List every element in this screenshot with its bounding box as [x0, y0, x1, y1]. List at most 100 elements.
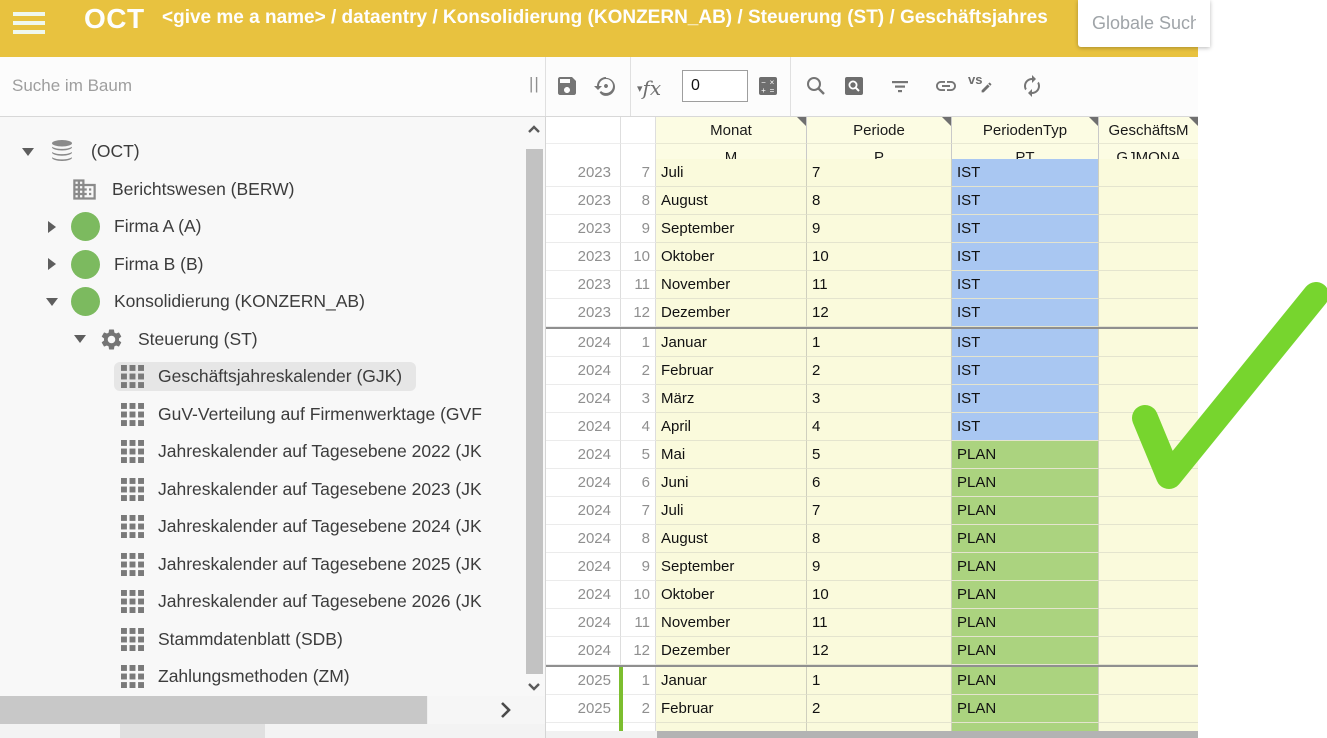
cell-year[interactable]: 2024 [546, 637, 621, 665]
cell-rownum[interactable]: 9 [621, 215, 656, 243]
tree-item-7[interactable]: GuV-Verteilung auf Firmenwerktage (GVF [0, 396, 545, 434]
column-header-monat[interactable]: Monat [656, 117, 807, 144]
cell-periodentyp[interactable]: IST [952, 187, 1099, 215]
cell-periode[interactable]: 1 [807, 329, 952, 357]
cell-year[interactable]: 2023 [546, 299, 621, 327]
tree-item-5[interactable]: Steuerung (ST) [0, 321, 545, 359]
history-restore-icon[interactable] [594, 74, 618, 98]
cell-monat[interactable]: Mai [656, 441, 807, 469]
cell-periode[interactable]: 6 [807, 469, 952, 497]
vs-edit-icon[interactable]: vs [968, 72, 998, 100]
grid-horizontal-scrollbar[interactable] [546, 731, 1198, 738]
cell-periodentyp[interactable]: IST [952, 299, 1099, 327]
cell-gjmonat[interactable] [1099, 695, 1198, 723]
tree-item-content[interactable]: Jahreskalender auf Tagesebene 2025 (JK [114, 550, 496, 579]
cell-rownum[interactable]: 6 [621, 469, 656, 497]
cell-gjmonat[interactable] [1099, 637, 1198, 665]
tree-item-content[interactable]: Berichtswesen (BERW) [64, 173, 309, 206]
cell-rownum[interactable]: 7 [621, 497, 656, 525]
cell-periodentyp[interactable]: IST [952, 357, 1099, 385]
cell-periode[interactable]: 12 [807, 637, 952, 665]
cell-monat[interactable]: Juli [656, 159, 807, 187]
cell-year[interactable]: 2024 [546, 357, 621, 385]
page-hscrollbar-track[interactable] [0, 724, 545, 738]
cell-periode[interactable]: 12 [807, 299, 952, 327]
cell-monat[interactable]: Dezember [656, 637, 807, 665]
cell-monat[interactable]: September [656, 215, 807, 243]
calculator-icon[interactable]: − × + = [756, 74, 780, 98]
tree-search-input[interactable] [0, 57, 520, 115]
cell-gjmonat[interactable] [1099, 159, 1198, 187]
cell-monat[interactable]: September [656, 553, 807, 581]
cell-rownum[interactable]: 10 [621, 581, 656, 609]
tree-item-14[interactable]: Zahlungsmethoden (ZM) [0, 658, 545, 696]
cell-periode[interactable]: 3 [807, 385, 952, 413]
tree-item-content[interactable]: Geschäftsjahreskalender (GJK) [114, 362, 416, 391]
scroll-up-icon[interactable] [525, 121, 543, 144]
refresh-icon[interactable] [1020, 74, 1044, 98]
cell-rownum[interactable]: 7 [621, 159, 656, 187]
cell-year[interactable]: 2024 [546, 441, 621, 469]
cell-rownum[interactable]: 10 [621, 243, 656, 271]
tree-item-content[interactable]: Jahreskalender auf Tagesebene 2024 (JK [114, 512, 496, 541]
cell-year[interactable]: 2025 [546, 667, 621, 695]
tree-item-8[interactable]: Jahreskalender auf Tagesebene 2022 (JK [0, 433, 545, 471]
cell-monat[interactable]: November [656, 271, 807, 299]
splitter-handle[interactable]: || [529, 74, 540, 94]
cell-rownum[interactable]: 9 [621, 553, 656, 581]
cell-periodentyp[interactable]: PLAN [952, 497, 1099, 525]
cell-gjmonat[interactable] [1099, 553, 1198, 581]
tree-item-content[interactable]: GuV-Verteilung auf Firmenwerktage (GVF [114, 400, 496, 429]
cell-year[interactable]: 2023 [546, 159, 621, 187]
tree-item-12[interactable]: Jahreskalender auf Tagesebene 2026 (JK [0, 583, 545, 621]
tree-item-3[interactable]: Firma B (B) [0, 246, 545, 284]
cell-rownum[interactable]: 8 [621, 187, 656, 215]
cell-periode[interactable]: 8 [807, 525, 952, 553]
expander-down-icon[interactable] [40, 298, 64, 306]
column-header-periode[interactable]: Periode [807, 117, 952, 144]
tree-vertical-scrollbar[interactable] [523, 117, 545, 696]
cell-gjmonat[interactable] [1099, 609, 1198, 637]
tree-item-content[interactable]: Firma B (B) [64, 247, 217, 282]
cell-monat[interactable]: Februar [656, 357, 807, 385]
cell-rownum[interactable]: 1 [621, 667, 656, 695]
cell-year[interactable]: 2024 [546, 469, 621, 497]
cell-monat[interactable]: Oktober [656, 581, 807, 609]
tree-item-content[interactable]: Zahlungsmethoden (ZM) [114, 662, 364, 691]
cell-year[interactable]: 2024 [546, 329, 621, 357]
cell-periodentyp[interactable]: PLAN [952, 441, 1099, 469]
cell-periodentyp[interactable]: PLAN [952, 469, 1099, 497]
link-icon[interactable] [934, 74, 958, 98]
cell-rownum[interactable]: 8 [621, 525, 656, 553]
search-icon[interactable] [804, 74, 828, 98]
cell-monat[interactable]: November [656, 609, 807, 637]
cell-monat[interactable]: Januar [656, 329, 807, 357]
cell-periodentyp[interactable]: IST [952, 159, 1099, 187]
cell-year[interactable]: 2024 [546, 413, 621, 441]
cell-periode[interactable]: 9 [807, 553, 952, 581]
cell-rownum[interactable]: 11 [621, 609, 656, 637]
tree-item-4[interactable]: Konsolidierung (KONZERN_AB) [0, 283, 545, 321]
cell-periodentyp[interactable]: IST [952, 215, 1099, 243]
cell-gjmonat[interactable] [1099, 581, 1198, 609]
cell-year[interactable]: 2023 [546, 271, 621, 299]
cell-periodentyp[interactable]: PLAN [952, 581, 1099, 609]
tree-item-content[interactable]: Jahreskalender auf Tagesebene 2022 (JK [114, 437, 496, 466]
cell-year[interactable]: 2024 [546, 553, 621, 581]
value-input[interactable] [682, 70, 748, 102]
cell-gjmonat[interactable] [1099, 413, 1198, 441]
cell-periodentyp[interactable]: IST [952, 413, 1099, 441]
cell-rownum[interactable]: 11 [621, 271, 656, 299]
cell-periode[interactable]: 2 [807, 695, 952, 723]
cell-periode[interactable]: 9 [807, 215, 952, 243]
cell-periode[interactable]: 5 [807, 441, 952, 469]
tree-item-content[interactable]: Konsolidierung (KONZERN_AB) [64, 284, 379, 319]
cell-gjmonat[interactable] [1099, 329, 1198, 357]
cell-periode[interactable]: 11 [807, 271, 952, 299]
expander-down-icon[interactable] [68, 335, 92, 343]
cell-rownum[interactable]: 12 [621, 637, 656, 665]
cell-year[interactable]: 2023 [546, 187, 621, 215]
cell-gjmonat[interactable] [1099, 385, 1198, 413]
cell-gjmonat[interactable] [1099, 215, 1198, 243]
cell-periode[interactable]: 2 [807, 357, 952, 385]
